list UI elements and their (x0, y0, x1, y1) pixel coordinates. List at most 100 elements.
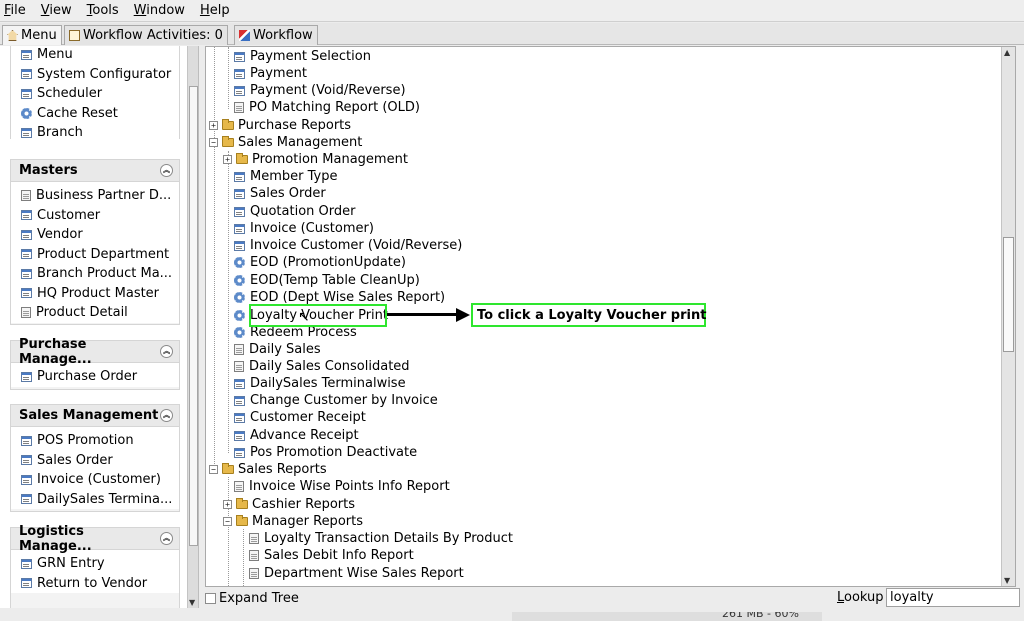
tree-item-invoice-customer-void[interactable]: Invoice Customer (Void/Reverse) (234, 237, 462, 254)
tree-item-label: EOD (PromotionUpdate) (250, 255, 406, 270)
tree-item-payment-void[interactable]: Payment (Void/Reverse) (234, 82, 406, 99)
left-item-label: Purchase Order (37, 369, 138, 385)
left-item-return-to-vendor[interactable]: Return to Vendor (11, 574, 179, 594)
expand-tree-checkbox[interactable] (205, 592, 216, 604)
tree-item-label: Member Type (250, 169, 338, 184)
tree-item-member-type[interactable]: Member Type (234, 168, 337, 185)
window-icon (21, 371, 32, 382)
tree-item-eod-temp-table-cleanup[interactable]: EOD(Temp Table CleanUp) (234, 272, 420, 289)
section-purchase-header[interactable]: Purchase Manage... ︽ (11, 337, 179, 367)
left-scrollbar[interactable]: ▼ (187, 46, 198, 608)
tree-scrollbar[interactable]: ▲ ▼ (1001, 47, 1015, 586)
left-item-sales-order[interactable]: Sales Order (11, 451, 179, 471)
tree-item-eod-promotion-update[interactable]: EOD (PromotionUpdate) (234, 254, 406, 271)
section-sales-header[interactable]: Sales Management ︽ (11, 405, 179, 427)
tab-workflow-activities[interactable]: Workflow Activities: 0 (64, 25, 228, 45)
tree-item-label: Daily Sales (249, 342, 321, 357)
tree-item-dailysales-terminalwise[interactable]: DailySales Terminalwise (234, 375, 406, 392)
tree-folder-purchase-reports[interactable]: + Purchase Reports (209, 117, 351, 134)
section-masters-header[interactable]: Masters ︽ (11, 160, 179, 182)
collapse-node-icon[interactable]: − (223, 517, 232, 526)
left-item-label: Scheduler (37, 86, 103, 102)
tree-item-label: Quotation Order (250, 204, 356, 219)
tree-folder-sales-reports[interactable]: − Sales Reports (209, 461, 327, 478)
left-item-invoice-customer[interactable]: Invoice (Customer) (11, 470, 179, 490)
window-icon (21, 558, 32, 569)
menu-file[interactable]: File (4, 3, 26, 18)
left-item-vendor[interactable]: Vendor (11, 225, 179, 245)
arrow-head-icon (456, 308, 470, 322)
expand-icon[interactable]: + (223, 500, 232, 509)
left-item-cache-reset[interactable]: Cache Reset (11, 104, 179, 124)
left-item-branch-product-master[interactable]: Branch Product Ma... (11, 264, 179, 284)
left-item-hq-product-master[interactable]: HQ Product Master (11, 284, 179, 304)
tree-item-quotation-order[interactable]: Quotation Order (234, 203, 355, 220)
collapse-icon[interactable]: ︽ (160, 164, 173, 177)
tree-item-loyalty-transaction-details[interactable]: Loyalty Transaction Details By Product (249, 530, 513, 547)
section-logistics-header[interactable]: Logistics Manage... ︽ (11, 524, 179, 554)
tree-scrollbar-thumb[interactable] (1003, 237, 1014, 352)
scroll-down-icon[interactable]: ▼ (189, 598, 195, 607)
tree-item-payment-selection[interactable]: Payment Selection (234, 48, 371, 65)
tree-item-department-wise-sales[interactable]: Department Wise Sales Report (249, 565, 464, 582)
window-icon (234, 240, 245, 251)
left-item-dailysales-terminalwise[interactable]: DailySales Termina... (11, 490, 179, 510)
collapse-node-icon[interactable]: − (209, 465, 218, 474)
left-item-pos-promotion[interactable]: POS Promotion (11, 431, 179, 451)
tree-item-advance-receipt[interactable]: Advance Receipt (234, 427, 359, 444)
left-item-branch[interactable]: Branch (11, 123, 179, 143)
tab-strip: Menu Workflow Activities: 0 Workflow (0, 23, 1024, 45)
collapse-icon[interactable]: ︽ (160, 409, 173, 422)
tree-item-pos-promotion-deactivate[interactable]: Pos Promotion Deactivate (234, 444, 417, 461)
left-item-product-detail[interactable]: Product Detail (11, 303, 179, 323)
tree-item-sales-order[interactable]: Sales Order (234, 185, 326, 202)
left-item-product-department[interactable]: Product Department (11, 245, 179, 265)
collapse-icon[interactable]: ︽ (160, 532, 173, 545)
left-item-purchase-order[interactable]: Purchase Order (11, 367, 179, 387)
menu-window[interactable]: Window (134, 3, 185, 18)
menu-tools[interactable]: Tools (87, 3, 119, 18)
left-item-menu[interactable]: Menu (11, 46, 179, 65)
left-item-scheduler[interactable]: Scheduler (11, 84, 179, 104)
tree-item-change-customer-by-invoice[interactable]: Change Customer by Invoice (234, 392, 438, 409)
tree-item-label: Promotion Management (252, 152, 408, 167)
menu-view[interactable]: View (41, 3, 72, 18)
scroll-down-icon[interactable]: ▼ (1004, 576, 1010, 585)
scroll-up-icon[interactable]: ▲ (1004, 48, 1010, 57)
tree-item-invoice-customer[interactable]: Invoice (Customer) (234, 220, 374, 237)
tree-folder-promotion-management[interactable]: + Promotion Management (223, 151, 408, 168)
document-icon (249, 568, 259, 579)
left-item-customer[interactable]: Customer (11, 206, 179, 226)
lookup-input[interactable] (886, 588, 1020, 607)
section-purchase-management: Purchase Manage... ︽ Purchase Order (10, 337, 180, 390)
expand-icon[interactable]: + (223, 155, 232, 164)
tree-item-invoice-wise-points[interactable]: Invoice Wise Points Info Report (234, 478, 450, 495)
tree-folder-cashier-reports[interactable]: + Cashier Reports (223, 496, 355, 513)
collapse-icon[interactable]: ︽ (160, 345, 173, 358)
tree-item-daily-sales[interactable]: Daily Sales (234, 341, 321, 358)
left-item-label: Branch (37, 125, 83, 141)
collapse-node-icon[interactable]: − (209, 138, 218, 147)
tree-folder-manager-reports[interactable]: − Manager Reports (223, 513, 363, 530)
left-item-grn-entry[interactable]: GRN Entry (11, 554, 179, 574)
tree-folder-sales-management[interactable]: − Sales Management (209, 134, 362, 151)
gear-icon (234, 275, 245, 286)
workflow-icon (239, 30, 250, 41)
menu-help[interactable]: Help (200, 3, 230, 18)
left-item-system-configurator[interactable]: System Configurator (11, 65, 179, 85)
tree-connector (214, 47, 215, 474)
tree-item-payment[interactable]: Payment (234, 65, 307, 82)
folder-icon (236, 153, 248, 164)
window-icon (21, 474, 32, 485)
tree-item-customer-receipt[interactable]: Customer Receipt (234, 409, 366, 426)
tab-workflow[interactable]: Workflow (234, 25, 318, 45)
tree-item-daily-sales-consolidated[interactable]: Daily Sales Consolidated (234, 358, 410, 375)
tab-menu[interactable]: Menu (2, 25, 62, 45)
tree-item-po-matching-report[interactable]: PO Matching Report (OLD) (234, 99, 420, 116)
left-item-label: Cache Reset (37, 105, 118, 121)
expand-icon[interactable]: + (209, 121, 218, 130)
left-scrollbar-thumb[interactable] (189, 86, 198, 546)
tree-item-label: Sales Management (238, 135, 363, 150)
left-item-business-partner[interactable]: Business Partner D... (11, 186, 179, 206)
tree-item-sales-debit-info[interactable]: Sales Debit Info Report (249, 547, 414, 564)
